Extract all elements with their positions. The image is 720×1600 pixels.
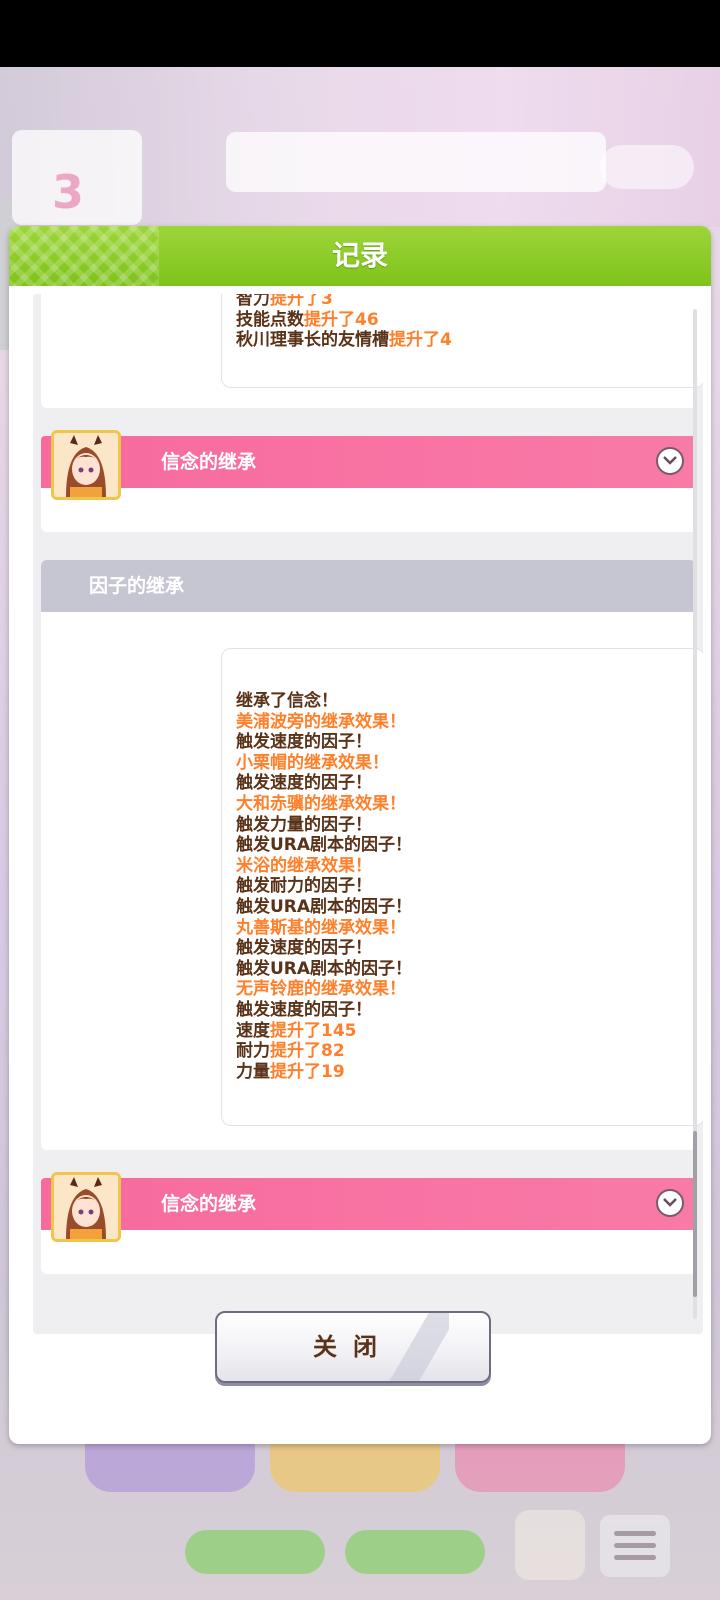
log-line: 速度提升了145 (236, 1021, 412, 1042)
event-title: 信念的继承 (161, 1193, 257, 1215)
log-segment: 触发速度的因子！ (236, 773, 372, 794)
modal-title: 记录 (331, 239, 388, 272)
log-line: 触发URA剧本的因子！ (236, 835, 412, 856)
log-segment: 耐力 (236, 1041, 270, 1062)
character-icon-bg (515, 1510, 585, 1580)
log-segment: 触发力量的因子！ (236, 814, 372, 835)
log-segment: 触发速度的因子！ (236, 999, 372, 1020)
scrollbar-thumb[interactable] (693, 1131, 697, 1297)
log-segment: 提升了145 (270, 1020, 357, 1041)
character-avatar (51, 430, 121, 500)
log-line: 丸善斯基的继承效果！ (236, 918, 412, 939)
factor-card: 继承了信念！ 美浦波旁的继承效果！ 触发速度的因子！ 小栗帽的继承效果！ 触发速度的因子… (41, 560, 703, 1150)
log-line: 无声铃鹿的继承效果！ (236, 979, 412, 1000)
factor-textbox: 继承了信念！ 美浦波旁的继承效果！ 触发速度的因子！ 小栗帽的继承效果！ 触发速度的因子… (221, 648, 703, 1126)
log-segment: 触发耐力的因子！ (236, 876, 372, 897)
log-line: 技能点数提升了46 (236, 310, 452, 331)
menu-button (600, 1515, 670, 1577)
log-segment: 触发URA剧本的因子！ (236, 835, 413, 856)
close-button-label: 关闭 (313, 1333, 393, 1361)
detail-button-bg (600, 145, 694, 189)
factor-header: 因子的继承 (41, 560, 696, 612)
character-avatar (51, 1172, 121, 1242)
log-segment: 速度 (236, 1020, 270, 1041)
log-line: 触发速度的因子！ (236, 938, 412, 959)
log-line: 触发耐力的因子！ (236, 876, 412, 897)
factor-title: 因子的继承 (89, 575, 185, 597)
log-line: 触发URA剧本的因子！ (236, 897, 412, 918)
modal-header: 记录 (9, 226, 711, 286)
log-segment: 提升了46 (304, 309, 379, 330)
log-button-bg (345, 1530, 485, 1574)
log-line: 力量提升了19 (236, 1062, 412, 1083)
event-header[interactable]: 信念的继承 (41, 436, 696, 488)
log-segment: 触发速度的因子！ (236, 938, 372, 959)
log-card: 智力提升了3 技能点数提升了46 秋川理事长的友情槽提升了4 (41, 294, 703, 408)
log-line: 触发速度的因子！ (236, 773, 412, 794)
log-textbox: 智力提升了3 技能点数提升了46 秋川理事长的友情槽提升了4 (221, 294, 703, 388)
log-line: 小栗帽的继承效果！ (236, 753, 412, 774)
log-line: 耐力提升了82 (236, 1041, 412, 1062)
log-line: 秋川理事长的友情槽提升了4 (236, 330, 452, 351)
log-line: 触发速度的因子！ (236, 732, 412, 753)
factor-log-text: 继承了信念！ 美浦波旁的继承效果！ 触发速度的因子！ 小栗帽的继承效果！ 触发速度的因子… (236, 691, 412, 1082)
log-text: 智力提升了3 技能点数提升了46 秋川理事长的友情槽提升了4 (236, 294, 452, 351)
log-segment: 提升了82 (270, 1041, 345, 1062)
event-title: 信念的继承 (161, 451, 257, 473)
objective-card (226, 132, 606, 192)
log-modal: 记录 智力提升了3技能点数提升了46秋川理事长的友情槽提升了4 信念的继承 (9, 226, 711, 1444)
log-scroll-area[interactable]: 智力提升了3 技能点数提升了46 秋川理事长的友情槽提升了4 信念的继承 继承了… (33, 294, 703, 1334)
log-segment: 触发速度的因子！ (236, 732, 372, 753)
status-bar (0, 0, 720, 67)
log-segment: 触发URA剧本的因子！ (236, 958, 413, 979)
log-line: 触发速度的因子！ (236, 1000, 412, 1021)
skip-button-bg (185, 1530, 325, 1574)
log-segment: 继承了信念！ (236, 691, 338, 711)
log-line: 美浦波旁的继承效果！ (236, 712, 412, 733)
turn-number: 3 (52, 165, 85, 219)
log-line: 触发URA剧本的因子！ (236, 959, 412, 980)
log-line: 米浴的继承效果！ (236, 856, 412, 877)
log-segment: 提升了3 (270, 294, 333, 309)
log-segment: 小栗帽的继承效果！ (236, 752, 389, 773)
log-line: 继承了信念！ (236, 691, 412, 712)
log-segment: 大和赤骥的继承效果！ (236, 793, 406, 814)
expand-chevron-icon[interactable] (656, 447, 684, 475)
log-line: 智力提升了3 (236, 294, 452, 310)
log-segment: 提升了4 (389, 330, 452, 351)
log-segment: 力量 (236, 1061, 270, 1082)
log-segment: 米浴的继承效果！ (236, 855, 372, 876)
log-segment: 美浦波旁的继承效果！ (236, 711, 406, 732)
log-segment: 提升了19 (270, 1061, 345, 1082)
log-segment: 秋川理事长的友情槽 (236, 330, 389, 351)
close-button[interactable]: 关闭 (215, 1311, 491, 1383)
expand-chevron-icon[interactable] (656, 1189, 684, 1217)
log-segment: 智力 (236, 294, 270, 309)
log-segment: 触发URA剧本的因子！ (236, 896, 413, 917)
log-segment: 丸善斯基的继承效果！ (236, 917, 406, 938)
log-line: 触发力量的因子！ (236, 815, 412, 836)
log-segment: 无声铃鹿的继承效果！ (236, 979, 406, 1000)
event-header[interactable]: 信念的继承 (41, 1178, 696, 1230)
log-line: 大和赤骥的继承效果！ (236, 794, 412, 815)
log-segment: 技能点数 (236, 309, 304, 330)
